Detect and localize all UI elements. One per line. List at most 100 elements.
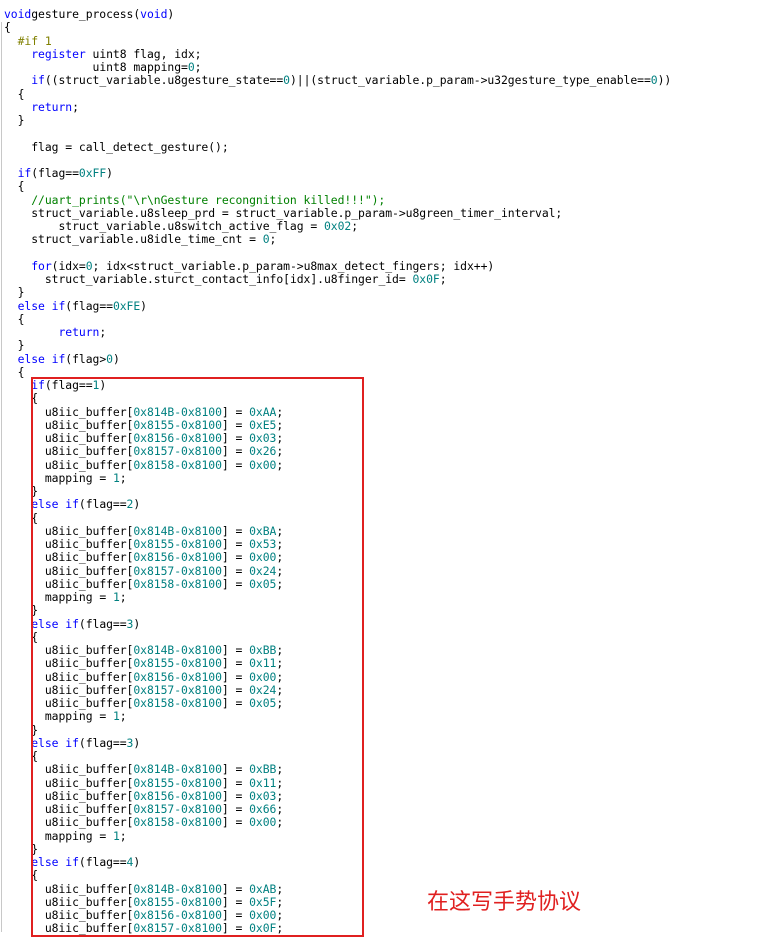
code-token: u8iic_buffer[ (44, 457, 134, 472)
code-line[interactable]: mapping = 1; (4, 470, 127, 485)
code-line[interactable]: { (4, 312, 25, 326)
code-token: ] = (221, 444, 250, 459)
code-token: ; (276, 669, 284, 684)
code-line[interactable]: { (4, 365, 25, 379)
code-line[interactable]: else if(flag==3) (4, 735, 141, 750)
code-line[interactable]: return; (4, 326, 106, 339)
code-token: mapping = (44, 470, 113, 485)
code-line[interactable]: { (4, 869, 38, 882)
code-line[interactable]: } (4, 485, 38, 498)
code-line[interactable]: else if(flag==0xFE) (4, 298, 147, 313)
code-line[interactable]: #if 1 (4, 34, 52, 48)
code-line[interactable]: struct_variable.u8sleep_prd = struct_var… (4, 206, 562, 220)
code-line[interactable]: { (4, 180, 25, 193)
code-token: ] = (221, 921, 250, 936)
code-line[interactable]: u8iic_buffer[0x8157-0x8100] = 0x26; (4, 445, 283, 458)
code-line[interactable]: { (4, 87, 25, 101)
code-editor[interactable]: voidgesture_process(void){ #if 1 registe… (0, 0, 768, 937)
code-token: } (31, 722, 39, 737)
code-line[interactable]: u8iic_buffer[0x8155-0x8100] = 0x5F; (4, 894, 283, 909)
code-token: ] = (221, 908, 250, 922)
code-line[interactable]: { (4, 511, 38, 525)
code-line[interactable]: uint8 mapping=0; (4, 61, 202, 74)
code-line[interactable]: else if(flag==4) (4, 856, 140, 869)
code-line[interactable]: u8iic_buffer[0x8157-0x8100] = 0x24; (4, 564, 283, 578)
code-line[interactable]: u8iic_buffer[0x814B-0x8100] = 0xBA; (4, 523, 283, 538)
code-line[interactable]: struct_variable.u8switch_active_flag = 0… (4, 220, 358, 233)
code-line[interactable]: u8iic_buffer[0x814B-0x8100] = 0xBB; (4, 763, 283, 776)
code-token: 0x03 (249, 431, 277, 445)
code-line[interactable]: { (4, 21, 11, 34)
code-token: ; (276, 908, 284, 922)
code-line[interactable]: { (4, 750, 38, 763)
code-line[interactable]: u8iic_buffer[0x8156-0x8100] = 0x00; (4, 909, 283, 922)
code-line[interactable]: mapping = 1; (4, 591, 127, 604)
code-line[interactable]: struct_variable.sturct_contact_info[idx]… (4, 273, 447, 286)
code-line[interactable]: u8iic_buffer[0x814B-0x8100] = 0xBB; (4, 644, 283, 657)
code-token: ((struct_variable.u8gesture_state== (44, 73, 284, 88)
code-line[interactable]: else if(flag==2) (4, 498, 140, 511)
code-line[interactable]: } (4, 286, 25, 299)
code-line[interactable]: u8iic_buffer[0x8158-0x8100] = 0x05; (4, 576, 283, 591)
code-line[interactable]: mapping = 1; (4, 710, 127, 723)
code-line[interactable]: { (4, 392, 38, 405)
code-line[interactable]: u8iic_buffer[0x8158-0x8100] = 0x00; (4, 457, 284, 472)
code-line[interactable]: u8iic_buffer[0x8155-0x8100] = 0x11; (4, 776, 283, 790)
code-token: 0x00 (249, 815, 277, 830)
code-token: 0x0F (412, 272, 440, 286)
code-line[interactable]: u8iic_buffer[0x814B-0x8100] = 0xAB; (4, 881, 283, 896)
code-line[interactable]: u8iic_buffer[0x8156-0x8100] = 0x00; (4, 669, 284, 684)
code-token: 0x05 (249, 576, 277, 591)
code-line[interactable]: } (4, 722, 39, 737)
code-line[interactable]: if(flag==1) (4, 379, 106, 392)
code-token: ) (140, 298, 147, 313)
code-line[interactable]: } (4, 339, 25, 352)
code-line[interactable]: voidgesture_process(void) (4, 8, 174, 21)
code-line[interactable]: u8iic_buffer[0x8156-0x8100] = 0x00; (4, 551, 283, 564)
code-line[interactable]: //uart_prints("\r\nGesture recongnition … (4, 193, 385, 207)
code-line[interactable]: mapping = 1; (4, 829, 127, 843)
code-token: ) (133, 735, 141, 750)
code-line[interactable]: } (4, 842, 38, 856)
code-line[interactable]: u8iic_buffer[0x8155-0x8100] = 0x11; (4, 657, 283, 670)
code-line[interactable]: else if(flag>0) (4, 352, 120, 366)
code-token: ; (276, 457, 284, 472)
code-token: 0xBA (249, 523, 277, 538)
code-token: ; (119, 470, 127, 485)
code-token: 0x814B-0x8100 (133, 643, 222, 657)
code-line[interactable]: u8iic_buffer[0x8158-0x8100] = 0x00; (4, 816, 283, 829)
code-token: u8iic_buffer[ (44, 881, 134, 896)
code-line[interactable]: return; (4, 100, 79, 114)
code-token: 0x5F (249, 894, 277, 909)
code-token: ) (106, 166, 113, 180)
code-line[interactable]: u8iic_buffer[0x8157-0x8100] = 0x0F; (4, 922, 283, 935)
code-line[interactable]: for(idx=0; idx<struct_variable.p_param->… (4, 259, 494, 273)
code-line[interactable]: if((struct_variable.u8gesture_state==0)|… (4, 74, 671, 87)
code-line[interactable]: flag = call_detect_gesture(); (4, 140, 228, 154)
code-line[interactable]: struct_variable.u8idle_time_cnt = 0; (4, 233, 276, 246)
code-line[interactable]: u8iic_buffer[0x8155-0x8100] = 0xE5; (4, 418, 283, 432)
code-token: ; (276, 682, 284, 697)
code-line[interactable]: { (4, 630, 38, 644)
code-token: ) (133, 616, 141, 631)
code-line[interactable]: u8iic_buffer[0x814B-0x8100] = 0xAA; (4, 405, 283, 419)
code-token: ] = (221, 894, 250, 909)
code-line[interactable]: } (4, 114, 25, 127)
code-line[interactable]: u8iic_buffer[0x8155-0x8100] = 0x53; (4, 538, 283, 551)
code-line[interactable]: u8iic_buffer[0x8156-0x8100] = 0x03; (4, 432, 283, 445)
code-line[interactable]: u8iic_buffer[0x8158-0x8100] = 0x05; (4, 697, 283, 710)
code-line[interactable]: else if(flag==3) (4, 616, 141, 631)
code-line[interactable]: u8iic_buffer[0x8157-0x8100] = 0x24; (4, 682, 284, 697)
code-line[interactable]: } (4, 604, 38, 617)
code-line[interactable]: u8iic_buffer[0x8157-0x8100] = 0x66; (4, 803, 283, 816)
code-line[interactable]: if(flag==0xFF) (4, 167, 113, 180)
code-line[interactable]: u8iic_buffer[0x8156-0x8100] = 0x03; (4, 789, 283, 803)
code-line[interactable]: register uint8 flag, idx; (4, 47, 201, 61)
